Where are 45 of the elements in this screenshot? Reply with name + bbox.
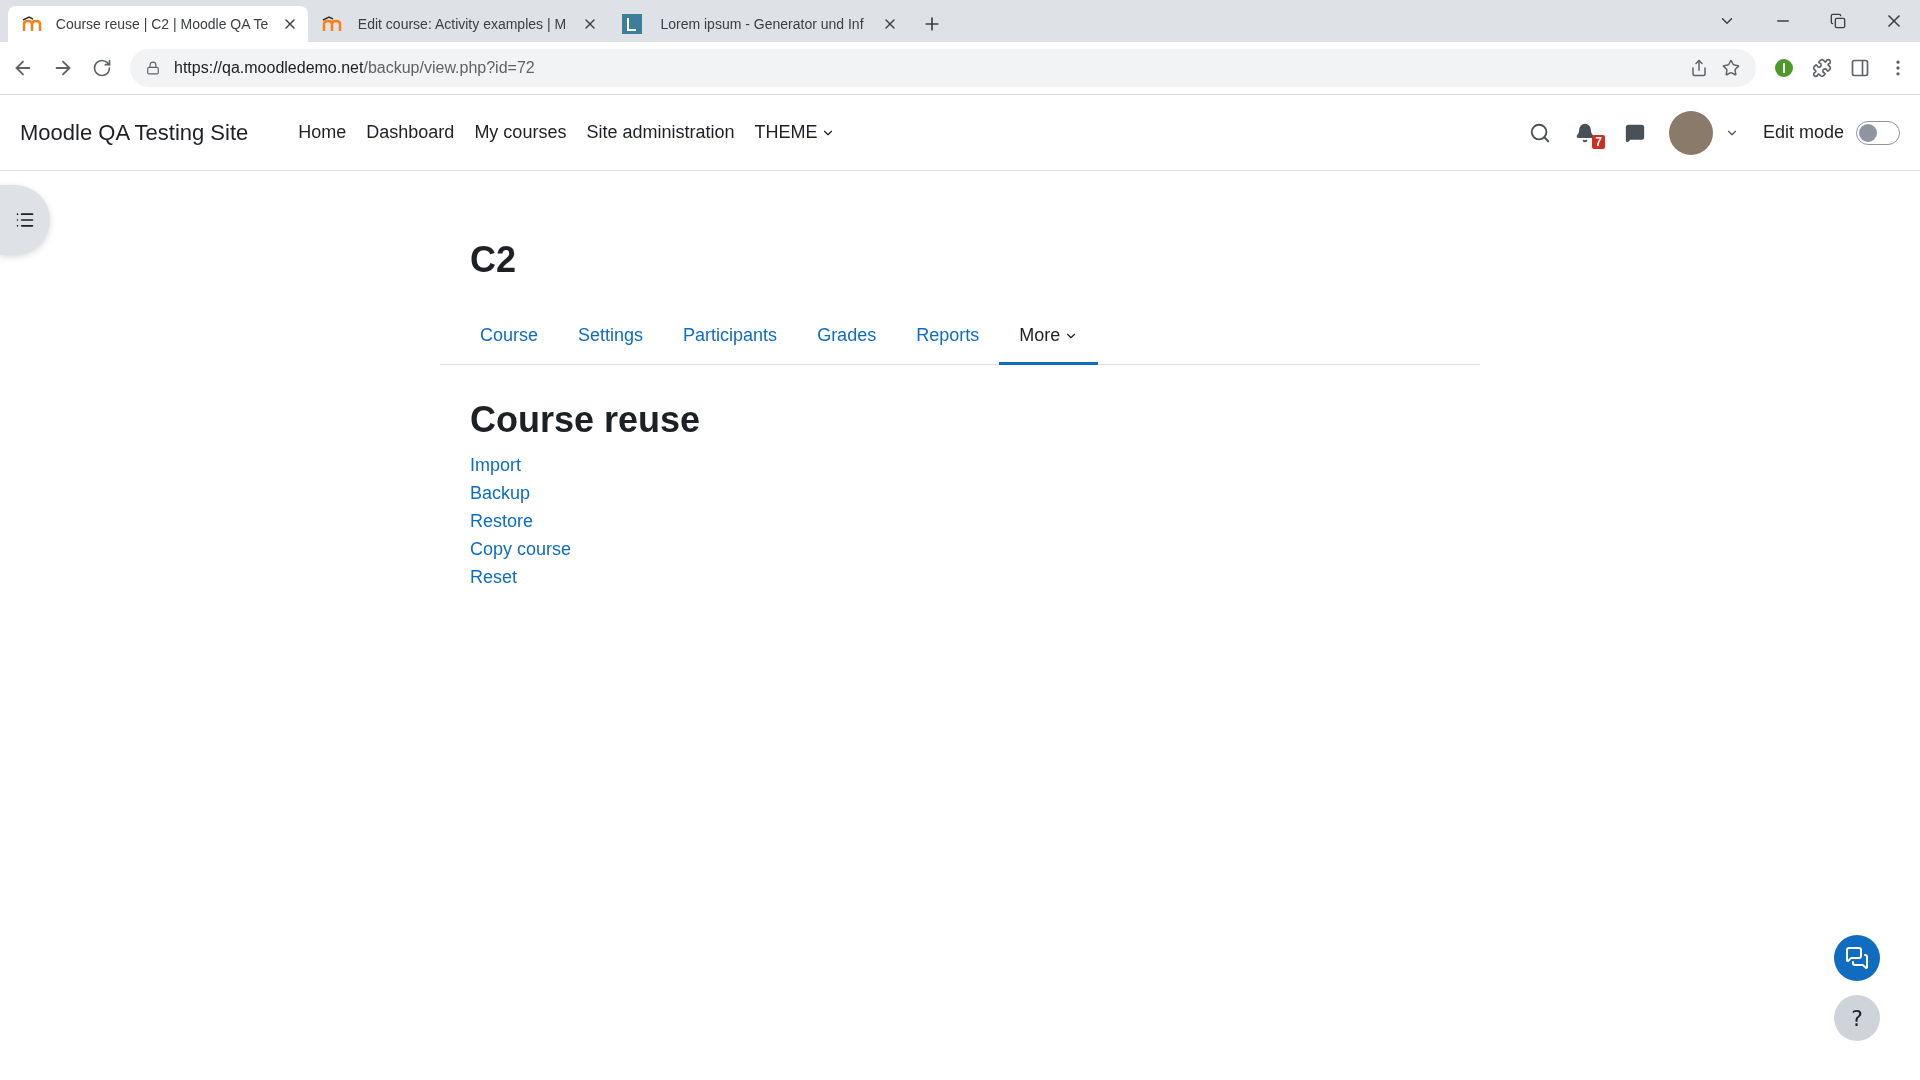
letter-logo-icon: [622, 14, 642, 34]
search-icon[interactable]: [1528, 121, 1551, 144]
reuse-link[interactable]: Reset: [470, 563, 518, 591]
edit-mode-toggle[interactable]: [1856, 120, 1900, 145]
extensions-icon[interactable]: [1812, 58, 1832, 78]
page-heading: Course reuse: [470, 399, 702, 441]
share-icon[interactable]: [1690, 59, 1708, 77]
course-tab[interactable]: Settings: [558, 309, 664, 365]
reuse-link[interactable]: Import: [470, 451, 521, 479]
nav-link[interactable]: Site administration: [576, 122, 745, 143]
nav-link[interactable]: THEME: [744, 122, 846, 143]
course-tab[interactable]: Grades: [797, 309, 897, 365]
reuse-link[interactable]: Copy course: [470, 535, 572, 563]
course-tab[interactable]: Reports: [896, 309, 1000, 365]
course-tab[interactable]: Participants: [663, 309, 798, 365]
reload-icon[interactable]: [92, 58, 112, 78]
bookmark-star-icon[interactable]: [1722, 59, 1740, 77]
logo-icon: [22, 16, 42, 32]
reuse-link[interactable]: Restore: [470, 507, 534, 535]
chat-button[interactable]: [1834, 935, 1880, 981]
browser-tab[interactable]: Edit course: Activity examples | M: [308, 6, 608, 42]
site-name[interactable]: Moodle QA Testing Site: [20, 119, 249, 146]
nav-link[interactable]: My courses: [464, 122, 577, 143]
address-field[interactable]: https://qa.moodledemo.net/backup/view.php?id=72: [130, 49, 1756, 87]
browser-tab[interactable]: Course reuse | C2 | Moodle QA Te: [8, 6, 308, 42]
chat-icon: [1845, 946, 1869, 970]
lock-icon: [146, 61, 160, 75]
edit-mode-label: Edit mode: [1762, 122, 1844, 143]
list-icon: [15, 210, 35, 230]
course-tab[interactable]: Course: [460, 309, 559, 365]
notification-badge: 7: [1592, 134, 1605, 149]
reuse-link[interactable]: Backup: [470, 479, 531, 507]
message-icon[interactable]: [1624, 122, 1645, 143]
drawer-toggle-button[interactable]: [0, 185, 50, 255]
course-tab[interactable]: More: [999, 309, 1099, 365]
logo-icon: [322, 16, 342, 32]
nav-link[interactable]: Home: [288, 122, 357, 143]
help-button[interactable]: ?: [1834, 995, 1880, 1041]
extension-icon[interactable]: [1774, 58, 1794, 78]
course-title: C2: [470, 239, 518, 281]
bell-icon[interactable]: [1574, 122, 1595, 143]
nav-link[interactable]: Dashboard: [356, 122, 465, 143]
browser-tab[interactable]: Lorem ipsum - Generator und Inf: [608, 6, 908, 42]
side-panel-icon[interactable]: [1850, 58, 1870, 78]
restore-icon[interactable]: [1830, 13, 1846, 29]
